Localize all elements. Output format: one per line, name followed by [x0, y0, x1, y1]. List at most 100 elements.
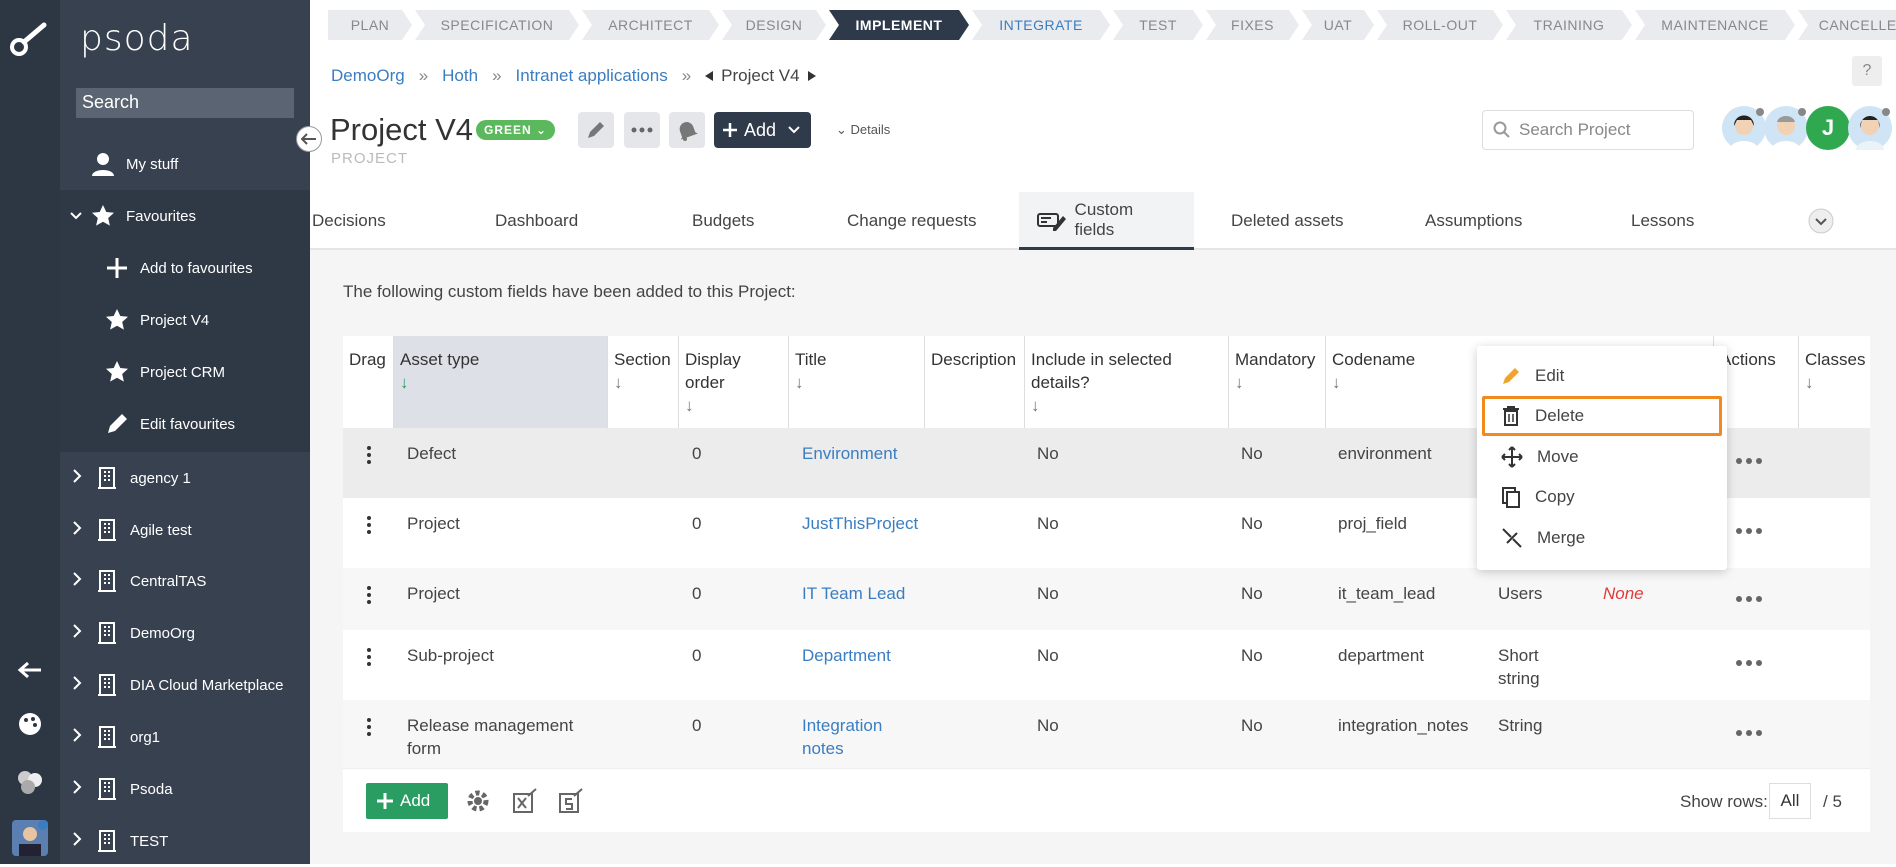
- avatar[interactable]: [1764, 106, 1808, 150]
- cell-title-link[interactable]: IT Team Lead: [802, 582, 905, 605]
- stage-test[interactable]: TEST: [1113, 10, 1203, 40]
- menu-item-edit[interactable]: Edit: [1477, 356, 1727, 396]
- sidebar-item-project-v4[interactable]: Project V4: [60, 294, 310, 346]
- stage-specification[interactable]: SPECIFICATION: [415, 10, 579, 40]
- col-classes[interactable]: Classes ↓: [1799, 336, 1870, 428]
- breadcrumb-link[interactable]: Intranet applications: [516, 66, 668, 86]
- building-icon: [94, 620, 120, 646]
- row-actions-icon[interactable]: [1736, 660, 1762, 666]
- col-display-order[interactable]: Display order ↓: [679, 336, 789, 428]
- tab-custom-fields[interactable]: Custom fields: [1019, 192, 1194, 250]
- tab-dashboard[interactable]: Dashboard: [495, 192, 578, 250]
- col-section[interactable]: Section ↓: [608, 336, 679, 428]
- table-row[interactable]: Sub-project 0 Department No No departmen…: [343, 630, 1870, 700]
- project-search-input[interactable]: Search Project: [1482, 110, 1694, 150]
- sidebar-item-project-crm[interactable]: Project CRM: [60, 346, 310, 398]
- sidebar-item-favourites[interactable]: Favourites: [60, 190, 310, 242]
- avatar[interactable]: [1722, 106, 1766, 150]
- menu-item-merge[interactable]: Merge: [1477, 518, 1727, 558]
- sidebar-item-test[interactable]: TEST: [60, 815, 310, 867]
- row-actions-icon[interactable]: [1736, 596, 1762, 602]
- col-include-in-selected-details[interactable]: Include in selected details? ↓: [1025, 336, 1229, 428]
- table-row[interactable]: Project 0 IT Team Lead No No it_team_lea…: [343, 568, 1870, 630]
- col-mandatory[interactable]: Mandatory ↓: [1229, 336, 1326, 428]
- col-asset-type[interactable]: Asset type ↓: [394, 336, 608, 428]
- sidebar-item-dia-cloud-marketplace[interactable]: DIA Cloud Marketplace: [60, 659, 310, 711]
- breadcrumb-current-label: Project V4: [721, 66, 800, 85]
- stage-roll-out[interactable]: ROLL-OUT: [1377, 10, 1503, 40]
- details-toggle[interactable]: ⌄ Details: [836, 122, 890, 138]
- row-actions-icon[interactable]: [1736, 528, 1762, 534]
- cell-title-link[interactable]: Department: [802, 644, 891, 667]
- sidebar-search-input[interactable]: Search: [76, 88, 294, 118]
- collapse-arrow-icon[interactable]: [0, 652, 60, 688]
- palette-icon[interactable]: [0, 706, 60, 742]
- stage-maintenance[interactable]: MAINTENANCE: [1635, 10, 1795, 40]
- tab-budgets[interactable]: Budgets: [692, 192, 754, 250]
- tabs-overflow-button[interactable]: [1808, 192, 1834, 250]
- settings-gear-icon[interactable]: [465, 788, 491, 819]
- avatar[interactable]: J: [1806, 106, 1850, 150]
- avatar[interactable]: [1848, 106, 1892, 150]
- breadcrumb-link[interactable]: Hoth: [442, 66, 478, 86]
- tab-lessons[interactable]: Lessons: [1631, 192, 1694, 250]
- tab-deleted-assets[interactable]: Deleted assets: [1231, 192, 1343, 250]
- drag-handle-icon[interactable]: [367, 516, 371, 534]
- sidebar-collapse-button[interactable]: [296, 126, 322, 152]
- stage-uat[interactable]: UAT: [1302, 10, 1374, 40]
- sidebar-item-demoorg[interactable]: DemoOrg: [60, 607, 310, 659]
- cell-title-link[interactable]: Environment: [802, 442, 897, 465]
- drag-handle-icon[interactable]: [367, 648, 371, 666]
- stage-design[interactable]: DESIGN: [722, 10, 826, 40]
- stage-integrate[interactable]: INTEGRATE: [972, 10, 1110, 40]
- sidebar-item-org1[interactable]: org1: [60, 711, 310, 763]
- tab-assumptions[interactable]: Assumptions: [1425, 192, 1522, 250]
- more-button[interactable]: [624, 112, 660, 148]
- apps-icon[interactable]: [0, 764, 60, 800]
- col-title[interactable]: Title ↓: [789, 336, 925, 428]
- edit-button[interactable]: [578, 112, 614, 148]
- caret-right-icon[interactable]: [807, 71, 816, 81]
- stage-training[interactable]: TRAINING: [1506, 10, 1632, 40]
- stage-cancelled[interactable]: CANCELLED: [1798, 10, 1896, 40]
- tab-decisions[interactable]: Decisions: [312, 192, 386, 250]
- show-rows-select[interactable]: All: [1769, 783, 1811, 819]
- sidebar-item-agency-1[interactable]: agency 1: [60, 452, 310, 504]
- table-row[interactable]: Release management form 0 Integration note…: [343, 700, 1870, 768]
- sidebar-item-centraltas[interactable]: CentralTAS: [60, 555, 310, 607]
- drag-handle-icon[interactable]: [367, 586, 371, 604]
- stage-implement[interactable]: IMPLEMENT: [829, 10, 969, 40]
- help-button[interactable]: ?: [1852, 56, 1882, 86]
- row-actions-icon[interactable]: [1736, 730, 1762, 736]
- cell-title-link[interactable]: Integration notes: [802, 714, 882, 760]
- sidebar-item-my-stuff[interactable]: My stuff: [60, 138, 310, 190]
- user-avatar-icon[interactable]: [0, 818, 60, 858]
- drag-handle-icon[interactable]: [367, 718, 371, 736]
- sidebar-item-add-to-favourites[interactable]: Add to favourites: [60, 242, 310, 294]
- cell-type-line: string: [1498, 669, 1540, 688]
- tab-change-requests[interactable]: Change requests: [847, 192, 976, 250]
- breadcrumb-link[interactable]: DemoOrg: [331, 66, 405, 86]
- export-csv-icon[interactable]: [558, 788, 584, 819]
- menu-item-copy[interactable]: Copy: [1477, 477, 1727, 517]
- cell-title-link[interactable]: JustThisProject: [802, 512, 918, 535]
- add-field-button[interactable]: Add: [366, 783, 448, 819]
- sidebar-item-edit-favourites[interactable]: Edit favourites: [60, 398, 310, 450]
- menu-item-move[interactable]: Move: [1477, 437, 1727, 477]
- col-codename[interactable]: Codename ↓: [1326, 336, 1486, 428]
- stage-fixes[interactable]: FIXES: [1206, 10, 1299, 40]
- sidebar-item-agile-test[interactable]: Agile test: [60, 504, 310, 556]
- export-excel-icon[interactable]: [512, 788, 538, 819]
- notifications-button[interactable]: [669, 112, 705, 148]
- psoda-logo-icon[interactable]: [0, 14, 60, 64]
- add-button[interactable]: Add: [714, 112, 811, 148]
- arrow-left-icon: [301, 133, 316, 145]
- stage-plan[interactable]: PLAN: [328, 10, 412, 40]
- stage-architect[interactable]: ARCHITECT: [582, 10, 719, 40]
- drag-handle-icon[interactable]: [367, 446, 371, 464]
- status-badge[interactable]: GREEN ⌄: [476, 120, 556, 140]
- menu-item-delete[interactable]: Delete: [1482, 396, 1722, 436]
- caret-left-icon[interactable]: [705, 71, 714, 81]
- row-actions-icon[interactable]: [1736, 458, 1762, 464]
- sidebar-item-psoda[interactable]: Psoda: [60, 763, 310, 815]
